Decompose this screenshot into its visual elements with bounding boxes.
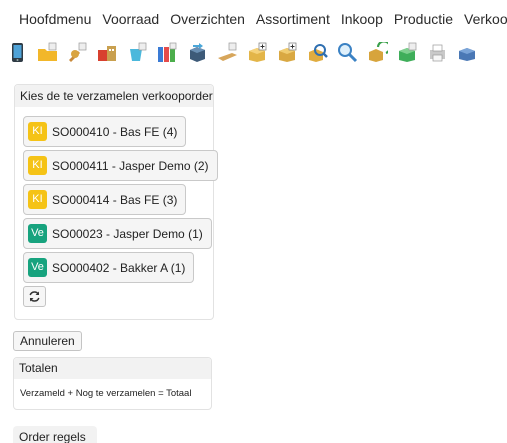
order-button-so00023[interactable]: Ve SO00023 - Jasper Demo (1) — [23, 218, 212, 249]
box-plus-two-icon[interactable] — [277, 42, 298, 63]
order-label: SO000402 - Bakker A (1) — [52, 260, 186, 275]
menu-item-verkoop[interactable]: Verkoop — [464, 11, 507, 27]
order-button-so000410[interactable]: KI SO000410 - Bas FE (4) — [23, 116, 187, 147]
bucket-note-icon[interactable] — [127, 42, 148, 63]
totals-formula: Verzameld + Nog te verzamelen = Totaal — [20, 388, 192, 399]
phone-icon[interactable] — [7, 42, 28, 63]
totals-panel: Totalen Verzameld + Nog te verzamelen = … — [13, 357, 212, 410]
totals-title: Totalen — [14, 358, 211, 379]
plank-note-icon[interactable] — [217, 42, 238, 63]
order-type-badge: Ve — [28, 224, 47, 243]
cancel-button[interactable]: Annuleren — [13, 331, 82, 351]
order-label: SO000411 - Jasper Demo (2) — [52, 158, 209, 173]
order-label: SO000414 - Bas FE (3) — [52, 192, 178, 207]
choose-order-panel-title: Kies de te verzamelen verkooporder — [15, 85, 213, 107]
order-type-badge: KI — [28, 190, 47, 209]
box-note-icon[interactable] — [397, 42, 418, 63]
magnifier-box-icon[interactable] — [307, 42, 328, 63]
order-button-so000411[interactable]: KI SO000411 - Jasper Demo (2) — [23, 150, 218, 181]
tools-note-icon[interactable] — [67, 42, 88, 63]
package-building-icon[interactable] — [97, 42, 118, 63]
box-pallet-icon[interactable] — [457, 42, 478, 63]
folder-note-icon[interactable] — [37, 42, 58, 63]
order-type-badge: Ve — [28, 258, 47, 277]
search-glass-icon[interactable] — [337, 42, 358, 63]
menu-item-inkoop[interactable]: Inkoop — [341, 11, 383, 27]
menu-item-assortiment[interactable]: Assortiment — [256, 11, 330, 27]
order-button-so000414[interactable]: KI SO000414 - Bas FE (3) — [23, 184, 187, 215]
choose-order-panel: Kies de te verzamelen verkooporder KI SO… — [14, 84, 218, 320]
binders-note-icon[interactable] — [157, 42, 178, 63]
order-label: SO00023 - Jasper Demo (1) — [52, 226, 203, 241]
order-type-badge: KI — [28, 122, 47, 141]
order-label: SO000410 - Bas FE (4) — [52, 124, 178, 139]
icon-toolbar — [0, 38, 507, 66]
menu-item-productie[interactable]: Productie — [394, 11, 453, 27]
refresh-icon — [29, 291, 40, 302]
menu-item-overzichten[interactable]: Overzichten — [170, 11, 245, 27]
main-menu-bar: Hoofdmenu Voorraad Overzichten Assortime… — [0, 0, 507, 38]
order-type-badge: KI — [28, 156, 47, 175]
box-arrow-icon[interactable] — [187, 42, 208, 63]
menu-item-hoofdmenu[interactable]: Hoofdmenu — [19, 11, 91, 27]
refresh-box-icon[interactable] — [367, 41, 388, 63]
order-lines-header: Order regels — [13, 426, 97, 443]
menu-item-voorraad[interactable]: Voorraad — [102, 11, 159, 27]
printer-box-icon[interactable] — [427, 42, 448, 63]
refresh-button[interactable] — [23, 286, 46, 307]
order-button-so000402[interactable]: Ve SO000402 - Bakker A (1) — [23, 252, 195, 283]
box-plus-icon[interactable] — [247, 42, 268, 63]
